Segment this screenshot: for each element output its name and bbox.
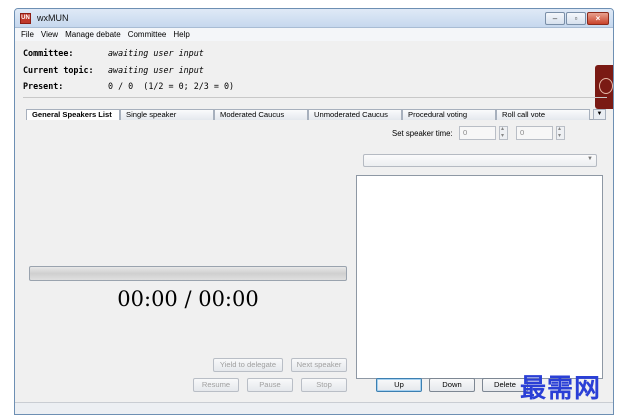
- speakers-list[interactable]: [356, 175, 603, 379]
- topic-row: Current topic: awaiting user input: [23, 65, 204, 75]
- committee-row: Committee: awaiting user input: [23, 48, 204, 58]
- debate-tabs: General Speakers List Single speaker Mod…: [26, 109, 606, 120]
- maximize-icon[interactable]: ▫: [566, 12, 586, 25]
- speaker-time-label: Set speaker time:: [392, 129, 453, 138]
- window-title: wxMUN: [37, 13, 69, 23]
- committee-seal-icon: [595, 65, 613, 109]
- speaker-minutes-stepper[interactable]: [499, 125, 508, 140]
- tab-general-speakers-list[interactable]: General Speakers List: [26, 109, 120, 120]
- minimize-icon[interactable]: –: [545, 12, 565, 25]
- speaker-seconds-field[interactable]: 0: [516, 126, 553, 140]
- present-row: Present: 0 / 0 (1/2 = 0; 2/3 = 0): [23, 81, 234, 91]
- topic-label: Current topic:: [23, 65, 94, 75]
- tab-unmoderated-caucus[interactable]: Unmoderated Caucus: [308, 109, 402, 120]
- delegate-select[interactable]: ▼: [363, 154, 597, 167]
- app-window: UN wxMUN – ▫ × File View Manage debate C…: [14, 8, 614, 415]
- tab-single-speaker[interactable]: Single speaker: [120, 109, 214, 120]
- menu-manage-debate[interactable]: Manage debate: [65, 28, 121, 41]
- move-up-button[interactable]: Up: [376, 378, 422, 392]
- tab-roll-call-vote[interactable]: Roll call vote: [496, 109, 590, 120]
- yield-to-delegate-button[interactable]: Yield to delegate: [213, 358, 283, 372]
- speaker-seconds-stepper[interactable]: [556, 125, 565, 140]
- pause-button[interactable]: Pause: [247, 378, 293, 392]
- stop-button[interactable]: Stop: [301, 378, 347, 392]
- topic-value: awaiting user input: [108, 65, 204, 75]
- menu-view[interactable]: View: [41, 28, 58, 41]
- next-speaker-button[interactable]: Next speaker: [291, 358, 347, 372]
- speaker-timer: 00:00 / 00:00: [117, 287, 259, 311]
- committee-value: awaiting user input: [108, 48, 204, 58]
- divider: [23, 97, 607, 98]
- close-icon[interactable]: ×: [587, 12, 609, 25]
- resume-button[interactable]: Resume: [193, 378, 239, 392]
- title-bar: UN wxMUN – ▫ ×: [15, 9, 613, 28]
- menu-bar: File View Manage debate Committee Help: [15, 28, 613, 41]
- speaker-progress-bar: [29, 266, 347, 281]
- present-label: Present:: [23, 81, 64, 91]
- site-watermark: 最需网: [520, 374, 602, 404]
- tab-procedural-voting[interactable]: Procedural voting: [402, 109, 496, 120]
- menu-file[interactable]: File: [21, 28, 34, 41]
- committee-label: Committee:: [23, 48, 74, 58]
- chevron-down-icon: ▼: [587, 156, 593, 162]
- app-logo-icon: UN: [20, 13, 31, 24]
- present-value: 0 / 0 (1/2 = 0; 2/3 = 0): [108, 81, 235, 91]
- menu-help[interactable]: Help: [173, 28, 189, 41]
- tab-overflow-icon[interactable]: ▼: [593, 109, 606, 120]
- speaker-minutes-field[interactable]: 0: [459, 126, 496, 140]
- tab-moderated-caucus[interactable]: Moderated Caucus: [214, 109, 308, 120]
- move-down-button[interactable]: Down: [429, 378, 475, 392]
- menu-committee[interactable]: Committee: [128, 28, 167, 41]
